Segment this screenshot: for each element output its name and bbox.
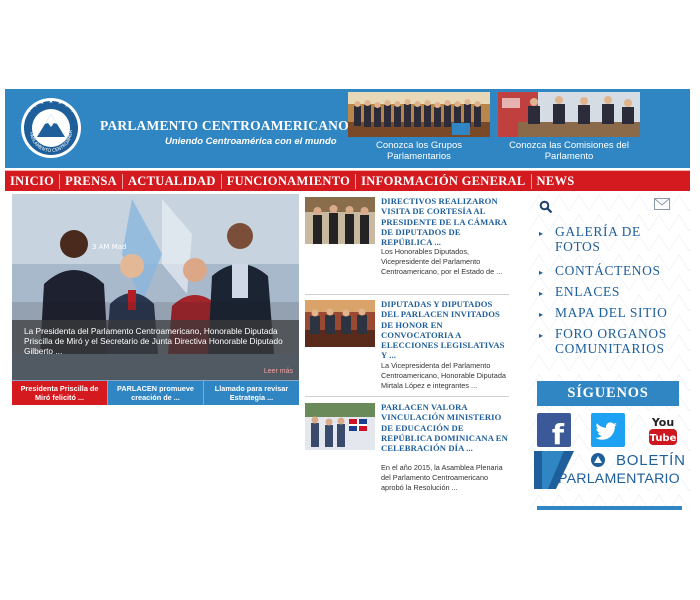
youtube-icon[interactable]: You Tube (647, 413, 679, 447)
sidebar-link-label: ENLACES (555, 284, 620, 299)
sidebar-link-label: GALERÍA DE FOTOS (555, 224, 641, 254)
follow-us-banner: SÍGUENOS (537, 381, 679, 406)
facebook-glyph: f (552, 418, 565, 447)
sidebar-link-contactenos[interactable]: ▸ CONTÁCTENOS (539, 263, 687, 278)
boletin-title: BOLETÍN (616, 452, 686, 469)
news-thumb[interactable] (305, 300, 375, 347)
svg-text:★: ★ (26, 107, 31, 114)
nav-prensa[interactable]: PRENSA (60, 173, 123, 189)
promo-grupos-parlamentarios[interactable]: Conozca los Grupos Parlamentarios (348, 92, 490, 162)
read-more-link[interactable]: Leer más (264, 367, 293, 377)
search-icon[interactable] (539, 200, 553, 214)
sidebar-link-label: FORO ORGANOS COMUNITARIOS (555, 326, 667, 356)
promo-comisiones[interactable]: Conozca las Comisiones del Parlamento (498, 92, 640, 162)
svg-text:★: ★ (32, 102, 37, 109)
follow-us-label: SÍGUENOS (567, 385, 649, 401)
news-summary: En el año 2015, la Asamblea Plenaria del… (381, 463, 503, 492)
nav-informacion-general[interactable]: INFORMACIÓN GENERAL (356, 173, 532, 189)
sidebar: ▸ GALERÍA DE FOTOS ▸ CONTÁCTENOS ▸ ENLAC… (529, 191, 690, 510)
svg-text:★: ★ (64, 102, 69, 109)
twitter-icon[interactable] (591, 413, 625, 447)
sidebar-bottom-bar (537, 506, 682, 510)
svg-text:★: ★ (57, 99, 62, 106)
site-header: ★★★ ★★★★ PARLAMENTO CENTROAMERICANO PARL… (5, 89, 690, 168)
slider-tab-2[interactable]: PARLACEN promueve creación de ... (107, 381, 203, 405)
news-item: DIRECTIVOS REALIZARON VISITA DE CORTESÍA… (305, 193, 509, 293)
grupos-photo (348, 92, 490, 137)
bullet-icon: ▸ (539, 331, 544, 340)
nav-actualidad[interactable]: ACTUALIDAD (123, 173, 222, 189)
nav-funcionamiento[interactable]: FUNCIONAMIENTO (222, 173, 357, 189)
parlacen-logo[interactable]: ★★★ ★★★★ PARLAMENTO CENTROAMERICANO (20, 97, 82, 159)
bullet-icon: ▸ (539, 310, 544, 319)
news-divider (305, 396, 509, 397)
news-summary: Los Honorables Diputados, Vicepresidente… (381, 247, 503, 276)
youtube-you-text: You (651, 416, 674, 429)
sidebar-link-foro[interactable]: ▸ FORO ORGANOS COMUNITARIOS (539, 326, 687, 356)
slide-caption: La Presidenta del Parlamento Centroameri… (12, 320, 299, 380)
bullet-icon: ▸ (539, 229, 544, 238)
featured-slider[interactable]: 3 AM Mad La Presidenta del Parlamento Ce… (12, 194, 299, 405)
news-thumb[interactable] (305, 403, 375, 450)
bullet-icon: ▸ (539, 268, 544, 277)
svg-text:★: ★ (70, 107, 75, 114)
main-nav: INICIO PRENSA ACTUALIDAD FUNCIONAMIENTO … (5, 170, 690, 191)
page: ★★★ ★★★★ PARLAMENTO CENTROAMERICANO PARL… (5, 89, 690, 510)
news-thumb[interactable] (305, 197, 375, 244)
news-item: PARLACEN VALORA VINCULACIÓN MINISTERIO D… (305, 399, 509, 510)
sidebar-link-mapa[interactable]: ▸ MAPA DEL SITIO (539, 305, 687, 320)
slider-tab-1[interactable]: Presidenta Priscilla de Miró felicitó ..… (12, 381, 107, 405)
boletin-banner[interactable]: BOLETÍN PARLAMENTARIO (534, 451, 685, 489)
svg-text:★: ★ (48, 98, 53, 105)
news-summary: La Vicepresidenta del Parlamento Centroa… (381, 361, 506, 390)
facebook-icon[interactable]: f (537, 413, 571, 447)
nav-inicio[interactable]: INICIO (5, 173, 61, 189)
boletin-subtitle: PARLAMENTARIO (558, 471, 680, 487)
promo-caption: Conozca las Comisiones del Parlamento (509, 140, 629, 162)
bullet-icon: ▸ (539, 289, 544, 298)
sidebar-link-label: MAPA DEL SITIO (555, 305, 668, 320)
news-title[interactable]: PARLACEN VALORA VINCULACIÓN MINISTERIO D… (381, 402, 509, 453)
sidebar-link-label: CONTÁCTENOS (555, 263, 661, 278)
news-title[interactable]: DIRECTIVOS REALIZARON VISITA DE CORTESÍA… (381, 196, 509, 247)
news-title[interactable]: DIPUTADAS Y DIPUTADOS DEL PARLACEN INVIT… (381, 299, 509, 361)
slider-tab-3[interactable]: Llamado para revisar Estrategia ... (203, 381, 299, 405)
site-slogan: Uniendo Centroamérica con el mundo (165, 136, 337, 147)
slider-tabs: Presidenta Priscilla de Miró felicitó ..… (12, 381, 299, 405)
site-title: PARLAMENTO CENTROAMERICANO (100, 118, 349, 133)
youtube-tube-text: Tube (650, 433, 677, 444)
promo-caption: Conozca los Grupos Parlamentarios (375, 140, 463, 162)
svg-text:★: ★ (39, 99, 44, 106)
news-item: DIPUTADAS Y DIPUTADOS DEL PARLACEN INVIT… (305, 296, 509, 396)
comisiones-photo (498, 92, 640, 137)
mail-icon[interactable] (654, 198, 670, 210)
nav-news[interactable]: NEWS (532, 174, 580, 189)
slide-caption-text: La Presidenta del Parlamento Centroameri… (24, 326, 283, 356)
sidebar-link-galeria[interactable]: ▸ GALERÍA DE FOTOS (539, 224, 687, 254)
news-divider (305, 294, 509, 295)
sidebar-link-enlaces[interactable]: ▸ ENLACES (539, 284, 687, 299)
slide-photo-text: 3 AM Mad (92, 243, 127, 251)
